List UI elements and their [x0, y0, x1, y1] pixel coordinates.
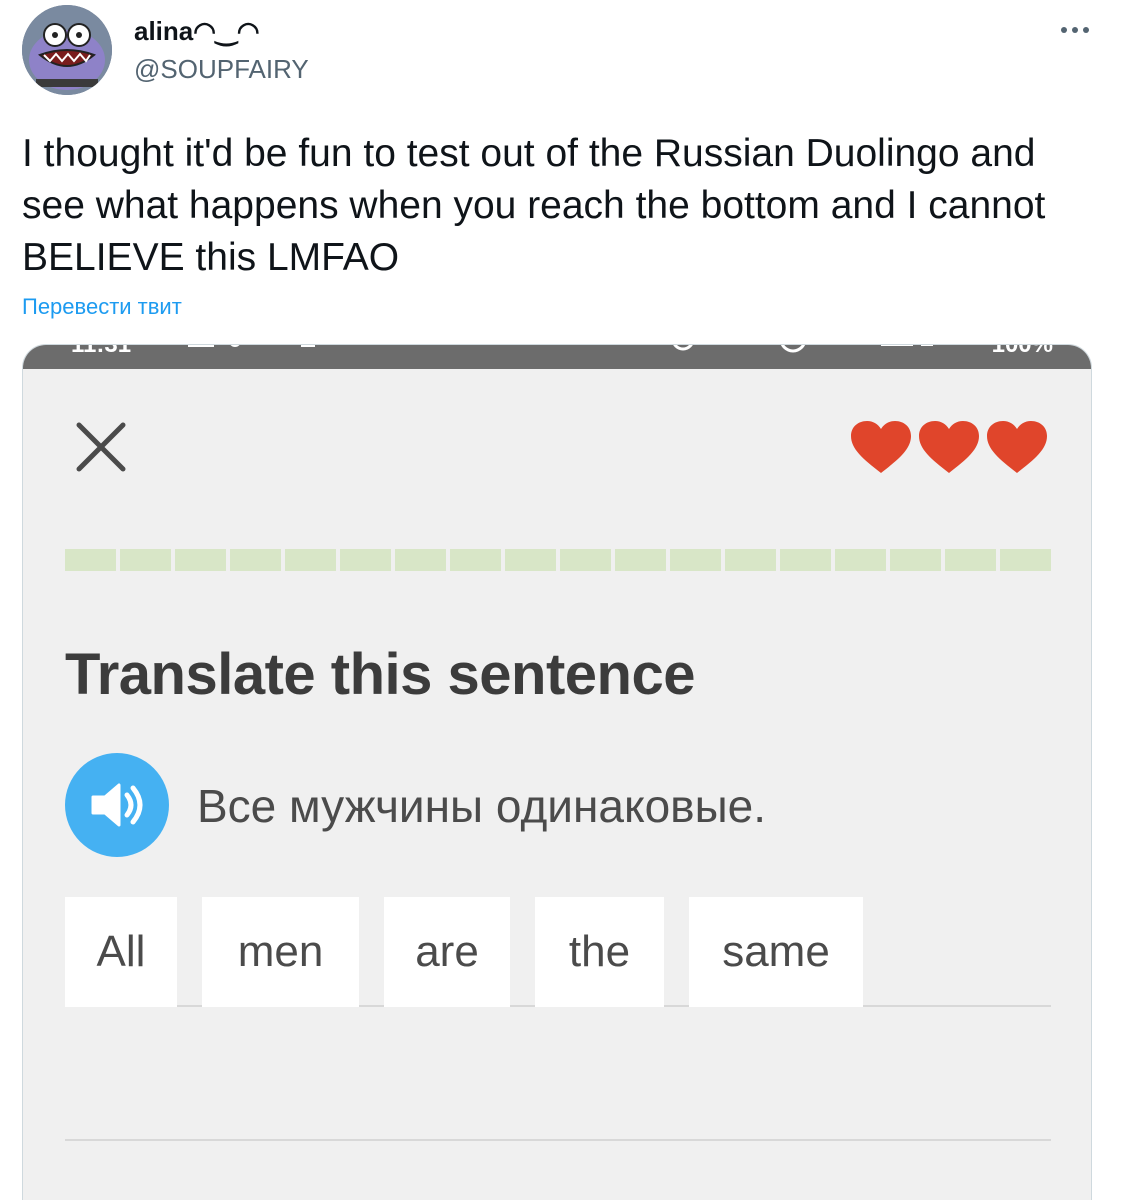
handle[interactable]: @SOUPFAIRY — [134, 54, 309, 85]
close-icon — [76, 422, 126, 472]
more-options-button[interactable] — [1055, 10, 1095, 50]
answer-word-tile[interactable]: All — [65, 897, 177, 1007]
heart-icon — [851, 421, 911, 473]
lesson-progress-bar — [65, 549, 1051, 571]
progress-segment — [615, 549, 666, 571]
progress-segment — [890, 549, 941, 571]
answer-word-tile[interactable]: the — [535, 897, 664, 1007]
tweet-media-image[interactable]: 11:31 100% — [22, 344, 1092, 1200]
progress-segment — [120, 549, 171, 571]
source-sentence: Все мужчины одинаковые. — [197, 780, 767, 832]
prompt-title: Translate this sentence — [65, 642, 695, 707]
progress-segment — [65, 549, 116, 571]
progress-segment — [450, 549, 501, 571]
progress-segment — [670, 549, 721, 571]
close-button[interactable] — [75, 421, 127, 473]
progress-segment — [340, 549, 391, 571]
status-time: 11:31 — [71, 345, 131, 355]
speaker-icon — [91, 783, 143, 827]
heart-icon — [987, 421, 1047, 473]
progress-segment — [725, 549, 776, 571]
heart-icon — [919, 421, 979, 473]
progress-segment — [175, 549, 226, 571]
answer-word-tile[interactable]: are — [384, 897, 510, 1007]
hearts-lives — [849, 419, 1049, 475]
answer-line — [65, 1139, 1051, 1141]
progress-segment — [285, 549, 336, 571]
progress-segment — [945, 549, 996, 571]
progress-segment — [505, 549, 556, 571]
phone-status-bar: 11:31 100% — [23, 345, 1091, 369]
system-icons — [673, 345, 933, 353]
notification-icons — [188, 345, 315, 347]
tweet: alina◠‿◠ @SOUPFAIRY I thought it'd be fu… — [0, 0, 1131, 1200]
display-name[interactable]: alina◠‿◠ — [134, 16, 260, 47]
progress-segment — [560, 549, 611, 571]
status-battery: 100% — [992, 345, 1053, 355]
progress-segment — [230, 549, 281, 571]
answer-word-tile[interactable]: same — [689, 897, 863, 1007]
tweet-text: I thought it'd be fun to test out of the… — [22, 132, 1046, 279]
progress-segment — [835, 549, 886, 571]
progress-segment — [780, 549, 831, 571]
answer-word-tile[interactable]: men — [202, 897, 359, 1007]
avatar[interactable] — [22, 5, 112, 95]
answer-area[interactable]: All men are the same — [65, 897, 1051, 1007]
speaker-button[interactable] — [65, 753, 169, 857]
progress-segment — [395, 549, 446, 571]
progress-segment — [1000, 549, 1051, 571]
more-icon — [1061, 27, 1089, 33]
translate-tweet-link[interactable]: Перевести твит — [22, 294, 182, 320]
